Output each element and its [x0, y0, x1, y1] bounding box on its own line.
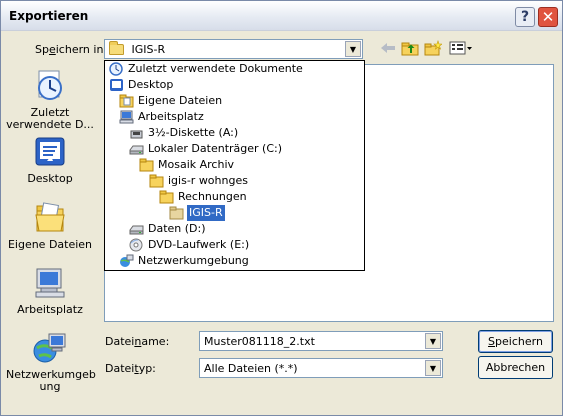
place-recent[interactable]: Zuletzt verwendete D...	[6, 69, 94, 131]
filename-combo[interactable]: Muster081118_2.txt ▼	[199, 331, 443, 351]
view-menu-icon	[449, 41, 472, 55]
folder-open-icon	[169, 206, 184, 220]
save-button-accel: S	[488, 335, 496, 348]
dropdown-item-label: Netzwerkumgebung	[138, 254, 249, 267]
save-button[interactable]: Speichern	[478, 330, 553, 353]
up-folder-icon	[401, 42, 419, 56]
folder-icon	[119, 94, 134, 108]
desktop-icon	[109, 78, 124, 92]
chevron-down-icon[interactable]: ▼	[425, 360, 441, 376]
help-button[interactable]: ?	[515, 7, 535, 27]
place-my-computer[interactable]: Arbeitsplatz	[6, 266, 94, 316]
cancel-button[interactable]: Abbrechen	[478, 356, 553, 379]
dropdown-item-label: igis-r wohnges	[168, 174, 248, 187]
floppy-icon	[129, 126, 144, 140]
network-icon	[33, 331, 67, 365]
new-folder-icon	[424, 40, 442, 56]
dropdown-item-label: Eigene Dateien	[138, 94, 223, 107]
dropdown-item-label-selected: IGIS-R	[187, 205, 225, 221]
title-bar[interactable]: Exportieren ? ✕	[1, 1, 562, 31]
filetype-label-part: Datei	[105, 362, 135, 375]
filetype-label: Dateityp:	[105, 362, 156, 375]
desktop-icon	[33, 135, 67, 169]
window-title: Exportieren	[9, 9, 89, 23]
new-folder-button[interactable]	[424, 39, 442, 57]
back-arrow-icon	[381, 43, 395, 53]
chevron-down-icon[interactable]: ▼	[425, 333, 441, 349]
save-in-label-part: Sp	[35, 43, 49, 56]
dropdown-item-label: Desktop	[128, 78, 174, 91]
filetype-combo[interactable]: Alle Dateien (*.*) ▼	[199, 358, 443, 378]
computer-icon	[33, 266, 67, 300]
back-button[interactable]	[379, 39, 397, 57]
chevron-down-icon[interactable]: ▼	[345, 41, 361, 57]
recent-docs-icon	[109, 62, 124, 76]
place-desktop-label: Desktop	[27, 172, 73, 185]
save-in-label: Speichern in:	[35, 43, 107, 56]
filename-label-part: Datei	[105, 335, 135, 348]
place-network[interactable]: Netzwerkumgeb ung	[6, 331, 96, 393]
save-in-label-part: ichern in:	[55, 43, 108, 56]
filetype-label-part: yp:	[138, 362, 156, 375]
dropdown-item-label: Arbeitsplatz	[138, 110, 204, 123]
place-network-label-2: ung	[39, 380, 61, 393]
dropdown-item-label: Mosaik Archiv	[158, 158, 235, 171]
save-in-label-accel: e	[48, 43, 56, 56]
cancel-button-label: Abbrechen	[485, 361, 546, 374]
dropdown-item-label: Rechnungen	[178, 190, 247, 203]
dropdown-item-label: DVD-Laufwerk (E:)	[148, 238, 250, 251]
place-my-computer-label: Arbeitsplatz	[17, 303, 83, 316]
places-bar: Zuletzt verwendete D... Desktop Eigene D…	[6, 61, 96, 393]
place-desktop[interactable]: Desktop	[6, 135, 94, 185]
filename-label-part: ame:	[141, 335, 170, 348]
folder-icon	[149, 174, 164, 188]
save-in-value: IGIS-R	[109, 41, 166, 56]
save-in-current: IGIS-R	[131, 43, 166, 56]
network-icon	[119, 254, 134, 268]
view-menu-button[interactable]	[448, 39, 474, 57]
save-in-combo[interactable]: IGIS-R ▼	[104, 39, 363, 59]
place-my-documents-label: Eigene Dateien	[7, 238, 93, 251]
dropdown-item-label: Daten (D:)	[148, 222, 206, 235]
filename-value: Muster081118_2.txt	[204, 335, 315, 348]
folder-icon	[109, 41, 124, 55]
save-button-label: peichern	[495, 335, 543, 348]
place-my-documents[interactable]: Eigene Dateien	[6, 201, 94, 251]
dropdown-item-label: 3½-Diskette (A:)	[148, 126, 239, 139]
save-in-dropdown: Zuletzt verwendete Dokumente Desktop Eig…	[104, 60, 365, 271]
filetype-value: Alle Dateien (*.*)	[204, 362, 298, 375]
export-dialog: Exportieren ? ✕ Speichern in: IGIS-R ▼ Z…	[0, 0, 563, 416]
close-icon: ✕	[541, 8, 555, 26]
folder-icon	[159, 190, 174, 204]
question-mark-icon: ?	[520, 9, 530, 25]
computer-icon	[119, 110, 134, 124]
dropdown-item-label: Zuletzt verwendete Dokumente	[128, 62, 303, 75]
dropdown-item-label: Lokaler Datenträger (C:)	[148, 142, 283, 155]
place-recent-label-2: verwendete D...	[6, 118, 94, 131]
my-documents-icon	[33, 201, 67, 235]
folder-icon	[139, 158, 154, 172]
dvd-icon	[129, 238, 144, 252]
drive-icon	[129, 222, 144, 236]
drive-icon	[129, 142, 144, 156]
close-button[interactable]: ✕	[538, 7, 558, 27]
up-folder-button[interactable]	[401, 39, 419, 57]
recent-docs-icon	[33, 69, 67, 103]
filename-label: Dateiname:	[105, 335, 169, 348]
